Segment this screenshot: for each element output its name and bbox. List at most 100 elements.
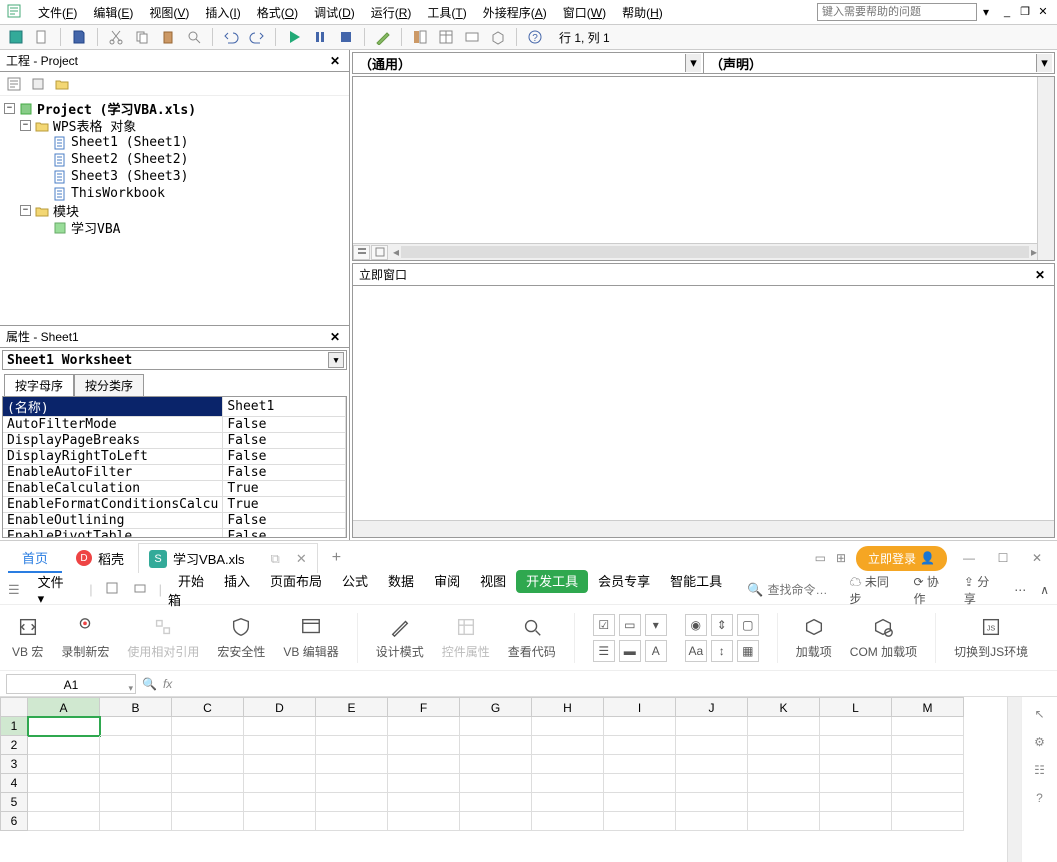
ribbon-tab[interactable]: 视图 (470, 570, 516, 593)
menu-a[interactable]: 外接程序(A) (475, 4, 555, 22)
run-button[interactable] (284, 27, 304, 47)
cell[interactable] (172, 736, 244, 755)
vertical-scrollbar[interactable] (1037, 77, 1054, 260)
restore-button[interactable]: ❐ (1017, 5, 1033, 19)
cell[interactable] (28, 793, 100, 812)
option-control-button[interactable]: ◉ (685, 614, 707, 636)
cut-button[interactable] (106, 27, 126, 47)
column-header[interactable]: E (316, 697, 388, 717)
ribbon-tab[interactable]: 开发工具 (516, 570, 588, 593)
cell[interactable] (604, 717, 676, 736)
cell[interactable] (28, 755, 100, 774)
print-quick-button[interactable] (127, 577, 153, 602)
cell[interactable] (676, 774, 748, 793)
property-name[interactable]: EnableCalculation (3, 481, 223, 497)
column-header[interactable]: C (172, 697, 244, 717)
properties-grid[interactable]: (名称)Sheet1AutoFilterModeFalseDisplayPage… (2, 396, 347, 538)
column-header[interactable]: L (820, 697, 892, 717)
cell[interactable] (172, 755, 244, 774)
cell[interactable] (100, 736, 172, 755)
select-all-corner[interactable] (0, 697, 28, 717)
cell[interactable] (748, 812, 820, 831)
cell[interactable] (748, 717, 820, 736)
vertical-scrollbar[interactable] (1007, 697, 1021, 862)
com-addins-button[interactable]: COM 加载项 (850, 615, 917, 660)
save-quick-button[interactable] (99, 577, 125, 602)
cell[interactable] (316, 736, 388, 755)
cell[interactable] (316, 755, 388, 774)
cell[interactable] (892, 755, 964, 774)
cell[interactable] (172, 717, 244, 736)
cell[interactable] (604, 793, 676, 812)
label-control-button[interactable]: Aa (685, 640, 707, 662)
save-button[interactable] (69, 27, 89, 47)
cell[interactable] (460, 812, 532, 831)
cell[interactable] (100, 793, 172, 812)
column-header[interactable]: G (460, 697, 532, 717)
cell[interactable] (532, 812, 604, 831)
cell[interactable] (244, 774, 316, 793)
property-name[interactable]: EnableAutoFilter (3, 465, 223, 481)
column-header[interactable]: I (604, 697, 676, 717)
help-button[interactable]: ? (525, 27, 545, 47)
chevron-down-icon[interactable]: ▾ (1036, 54, 1052, 72)
cell[interactable] (244, 736, 316, 755)
property-name[interactable]: EnableOutlining (3, 513, 223, 529)
ribbon-tab[interactable]: 插入 (214, 570, 260, 593)
cell[interactable] (28, 812, 100, 831)
label-control-button[interactable]: A (645, 640, 667, 662)
column-header[interactable]: J (676, 697, 748, 717)
cell[interactable] (532, 736, 604, 755)
code-object-selector[interactable]: （通用） ▾ (353, 53, 704, 73)
close-icon[interactable]: ✕ (327, 330, 343, 344)
spreadsheet-grid[interactable]: ABCDEFGHIJKLM 123456 (0, 697, 1007, 862)
property-name[interactable]: DisplayPageBreaks (3, 433, 223, 449)
addins-button[interactable]: 加载项 (796, 615, 832, 660)
cell[interactable] (892, 793, 964, 812)
cell[interactable] (820, 736, 892, 755)
vb-editor-button[interactable]: VB 编辑器 (283, 615, 338, 660)
project-tree[interactable]: −Project (学习VBA.xls) −WPS表格 对象 Sheet1 (S… (0, 96, 349, 325)
cell[interactable] (676, 736, 748, 755)
cell[interactable] (388, 774, 460, 793)
menu-t[interactable]: 工具(T) (419, 4, 474, 22)
tree-folder-wps-objects[interactable]: WPS表格 对象 (53, 116, 136, 135)
ribbon-tab[interactable]: 数据 (378, 570, 424, 593)
image-control-button[interactable]: ▦ (737, 640, 759, 662)
switch-js-button[interactable]: JS切换到JS环境 (954, 615, 1028, 660)
grid-view-icon[interactable]: ⊞ (836, 551, 846, 565)
search-icon[interactable]: 🔍 (142, 677, 157, 691)
cell[interactable] (676, 812, 748, 831)
row-header[interactable]: 4 (0, 774, 28, 793)
property-value[interactable]: False (223, 513, 346, 529)
help-icon[interactable]: ? (1036, 791, 1043, 805)
cell[interactable] (316, 774, 388, 793)
properties-button[interactable] (436, 27, 456, 47)
tree-item[interactable]: Sheet1 (Sheet1) (71, 135, 188, 150)
properties-object-selector[interactable]: Sheet1 Worksheet ▾ (2, 350, 347, 370)
cell[interactable] (316, 793, 388, 812)
ribbon-tab[interactable]: 页面布局 (260, 570, 332, 593)
tree-item[interactable]: Sheet3 (Sheet3) (71, 169, 188, 184)
collapse-ribbon-icon[interactable]: ∧ (1040, 583, 1049, 597)
cell[interactable] (172, 774, 244, 793)
cell[interactable] (748, 736, 820, 755)
project-explorer-button[interactable] (410, 27, 430, 47)
cell[interactable] (604, 755, 676, 774)
cell[interactable] (820, 793, 892, 812)
column-header[interactable]: D (244, 697, 316, 717)
row-header[interactable]: 3 (0, 755, 28, 774)
column-header[interactable]: F (388, 697, 460, 717)
tab-alphabetical[interactable]: 按字母序 (4, 374, 74, 396)
cell[interactable] (100, 774, 172, 793)
cell[interactable] (532, 793, 604, 812)
menu-v[interactable]: 视图(V) (141, 4, 197, 22)
login-button[interactable]: 立即登录👤 (856, 546, 947, 571)
minimize-button[interactable]: — (957, 546, 981, 570)
cell[interactable] (172, 793, 244, 812)
row-header[interactable]: 2 (0, 736, 28, 755)
cell[interactable] (748, 774, 820, 793)
tree-collapse-icon[interactable]: − (4, 103, 15, 114)
share-button[interactable]: ⇪ 分享 (964, 573, 1000, 607)
reading-mode-icon[interactable]: ▭ (815, 551, 826, 565)
